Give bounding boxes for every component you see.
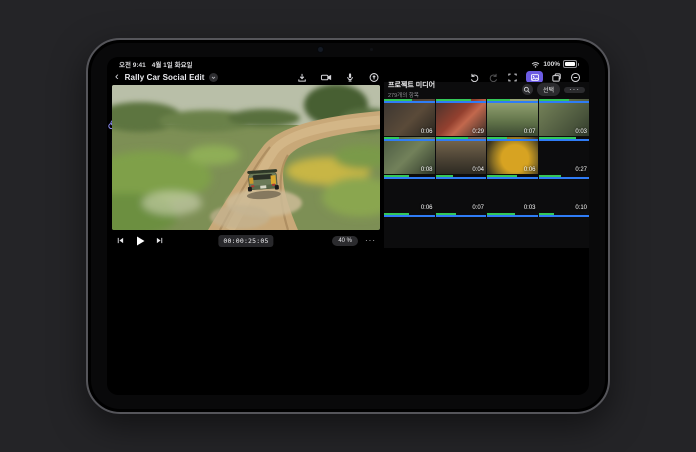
media-more-button[interactable]: ··· [564, 87, 585, 93]
connected-clip[interactable] [107, 263, 110, 277]
skip-back-icon[interactable] [116, 236, 125, 245]
import-icon[interactable] [297, 72, 308, 83]
clip-duration: 0:07 [524, 129, 536, 135]
rally-car-frame [112, 85, 380, 230]
media-thumbnail[interactable]: 0:03 [539, 99, 590, 136]
skip-forward-icon[interactable] [155, 236, 164, 245]
clip-duration: 0:29 [472, 129, 484, 135]
connected-clip[interactable] [107, 319, 111, 333]
clip-duration: 0:10 [575, 205, 587, 211]
used-stripe [539, 177, 590, 179]
split-view-icon[interactable] [507, 72, 518, 83]
used-stripe [436, 215, 487, 217]
used-stripe [487, 101, 538, 103]
media-thumbnail[interactable]: 0:10 [539, 175, 590, 212]
used-stripe [487, 139, 538, 141]
undo-icon[interactable] [469, 72, 480, 83]
play-icon[interactable] [134, 235, 146, 247]
used-stripe [436, 139, 487, 141]
media-grid: 0:06 0:29 0:07 0:03 0:08 0:04 0:06 0:27 0:06 0:07… [384, 99, 589, 248]
media-thumbnail[interactable]: 0:07 [436, 175, 487, 212]
front-camera [318, 47, 323, 52]
search-icon[interactable] [522, 84, 533, 95]
used-stripe [384, 177, 435, 179]
used-stripe [436, 177, 487, 179]
clip-duration: 0:06 [524, 167, 536, 173]
used-stripe [539, 139, 590, 141]
clip-duration: 0:03 [575, 129, 587, 135]
status-bar: 오전 9:41 4월 1일 화요일 100% [107, 57, 589, 69]
media-item-count: 279개의 항목 [388, 91, 435, 99]
ambient-sensor [370, 48, 373, 51]
clip-duration: 0:27 [575, 167, 587, 173]
media-thumbnail[interactable]: 0:06 [384, 99, 435, 136]
desktop-background: 오전 9:41 4월 1일 화요일 100% ‹ Rally Car Socia… [0, 0, 696, 452]
connected-clip[interactable] [107, 365, 112, 381]
media-browser-title: 프로젝트 미디어 [388, 80, 435, 90]
connected-clip[interactable] [107, 351, 111, 365]
used-stripe [539, 101, 590, 103]
battery-icon [563, 60, 577, 68]
camera-icon[interactable] [321, 72, 332, 83]
media-thumbnail[interactable] [436, 213, 487, 248]
used-stripe [487, 177, 538, 179]
used-stripe [539, 215, 590, 217]
media-thumbnail[interactable]: 0:03 [487, 175, 538, 212]
media-thumbnail[interactable] [487, 213, 538, 248]
media-select-button[interactable]: 선택 [537, 83, 560, 96]
ipad-device-frame: 오전 9:41 4월 1일 화요일 100% ‹ Rally Car Socia… [86, 38, 610, 414]
used-stripe [436, 101, 487, 103]
record-voiceover-icon[interactable] [369, 72, 380, 83]
connected-clip[interactable] [107, 227, 110, 243]
used-stripe [487, 215, 538, 217]
back-button[interactable]: ‹ [115, 73, 119, 81]
connected-clip[interactable] [107, 303, 112, 319]
used-stripe [384, 139, 435, 141]
title-menu-button[interactable] [209, 73, 218, 82]
connected-clip[interactable] [107, 277, 118, 303]
video-viewer[interactable] [112, 85, 380, 230]
battery-percent: 100% [543, 61, 560, 68]
media-thumbnail[interactable] [539, 213, 590, 248]
viewer-zoom-button[interactable]: 40 % [332, 236, 358, 246]
clock-time: 오전 9:41 [119, 59, 146, 69]
media-thumbnail[interactable]: 0:27 [539, 137, 590, 174]
capture-tools [297, 72, 380, 83]
media-thumbnail[interactable]: 0:04 [436, 137, 487, 174]
clip-duration: 0:06 [421, 129, 433, 135]
connected-clip[interactable] [107, 211, 111, 227]
transport-buttons [116, 235, 164, 247]
media-thumbnail[interactable]: 0:07 [487, 99, 538, 136]
clip-duration: 0:08 [421, 167, 433, 173]
viewer-more-button[interactable]: ··· [365, 239, 376, 243]
clip-duration: 0:07 [472, 205, 484, 211]
media-thumbnail[interactable]: 0:06 [384, 175, 435, 212]
timecode-display: 00:00:25:05 [218, 235, 273, 247]
wifi-icon [531, 61, 540, 68]
connected-clip[interactable] [107, 333, 114, 351]
used-stripe [384, 215, 435, 217]
mic-icon[interactable] [345, 72, 356, 83]
remove-icon[interactable] [570, 72, 581, 83]
connected-clip[interactable] [107, 381, 111, 395]
player-controls: 00:00:25:05 40 % ··· [112, 231, 380, 250]
media-thumbnail[interactable] [384, 213, 435, 248]
media-browser-header: 프로젝트 미디어 279개의 항목 선택 ··· [384, 82, 589, 97]
media-thumbnail[interactable]: 0:29 [436, 99, 487, 136]
redo-icon[interactable] [488, 72, 499, 83]
media-browser: 프로젝트 미디어 279개의 항목 선택 ··· 0:060:290:070:0… [384, 82, 589, 248]
media-thumbnail[interactable]: 0:08 [384, 137, 435, 174]
clip-duration: 0:06 [421, 205, 433, 211]
clock-date: 4월 1일 화요일 [152, 59, 193, 69]
clip-duration: 0:04 [472, 167, 484, 173]
project-title: Rally Car Social Edit [125, 73, 205, 82]
used-stripe [384, 101, 435, 103]
media-thumbnail[interactable]: 0:06 [487, 137, 538, 174]
overlay-icon[interactable] [551, 72, 562, 83]
ipad-screen: 오전 9:41 4월 1일 화요일 100% ‹ Rally Car Socia… [107, 57, 589, 395]
clip-duration: 0:03 [524, 205, 536, 211]
